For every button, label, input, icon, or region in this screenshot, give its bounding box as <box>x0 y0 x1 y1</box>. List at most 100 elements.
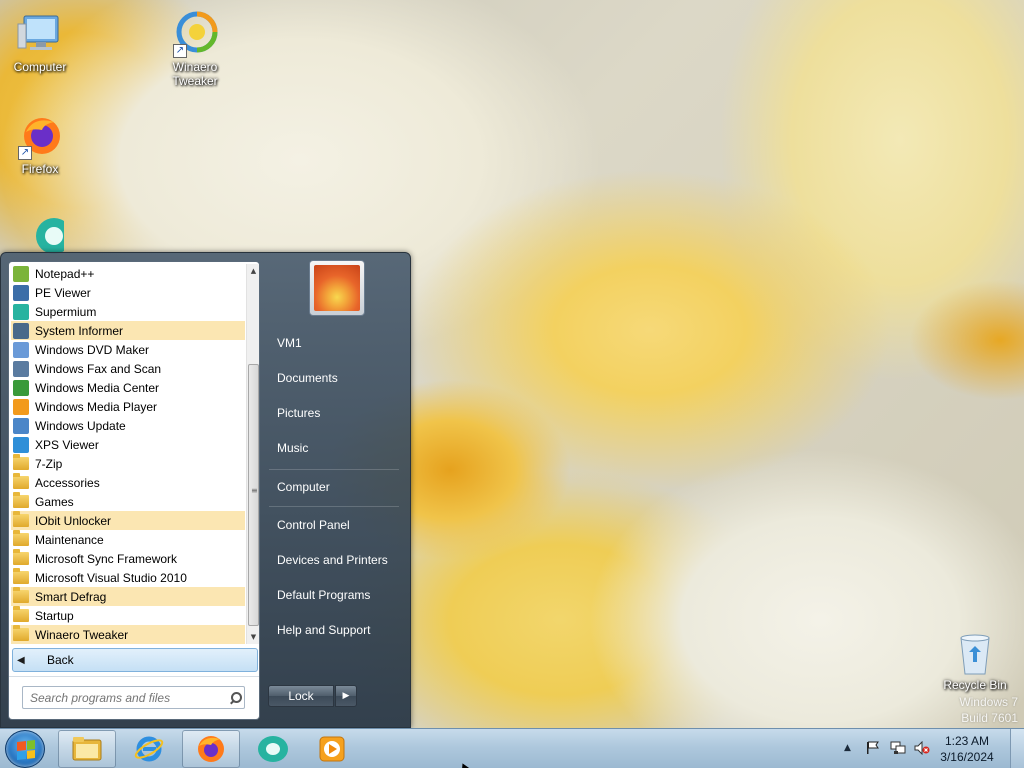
system-clock[interactable]: 1:23 AM 3/16/2024 <box>932 733 1002 765</box>
program-item[interactable]: PE Viewer <box>11 283 245 302</box>
program-label: Windows Media Player <box>35 399 158 414</box>
program-item[interactable]: Windows Media Center <box>11 378 245 397</box>
program-label: Microsoft Visual Studio 2010 <box>35 570 187 585</box>
program-item[interactable]: Windows DVD Maker <box>11 340 245 359</box>
back-button[interactable]: ◀ Back <box>12 648 258 672</box>
program-list-scrollbar[interactable]: ▲ ≡ ▼ <box>246 264 259 644</box>
program-folder-item[interactable]: Microsoft Visual Studio 2010 <box>11 568 245 587</box>
program-label: Startup <box>35 608 74 623</box>
taskbar-ie-button[interactable] <box>120 730 178 768</box>
program-label: Games <box>35 494 74 509</box>
taskbar-explorer-button[interactable] <box>58 730 116 768</box>
program-folder-item[interactable]: IObit Unlocker <box>11 511 245 530</box>
internet-explorer-icon <box>134 736 164 762</box>
program-item[interactable]: Notepad++ <box>11 264 245 283</box>
right-link-label: Pictures <box>277 406 321 420</box>
supermium-icon <box>13 303 29 320</box>
windows-version-watermark: Windows 7 Build 7601 <box>959 694 1018 726</box>
right-link-pictures[interactable]: Pictures <box>265 397 405 429</box>
volume-muted-icon[interactable] <box>914 740 930 758</box>
windows-logo-icon <box>17 740 35 760</box>
all-programs-list: Notepad++ PE Viewer Supermium System Inform… <box>11 264 245 644</box>
right-link-label: Default Programs <box>277 588 371 602</box>
right-link-computer[interactable]: Computer <box>265 471 405 503</box>
program-folder-item[interactable]: Games <box>11 492 245 511</box>
program-label: Accessories <box>35 475 100 490</box>
program-folder-item[interactable]: Winaero Tweaker <box>11 625 245 644</box>
show-desktop-button[interactable] <box>1010 729 1024 768</box>
program-folder-item[interactable]: Startup <box>11 606 245 625</box>
right-link-music[interactable]: Music <box>265 432 405 464</box>
right-link-help-support[interactable]: Help and Support <box>265 614 405 646</box>
folder-icon <box>13 549 29 565</box>
program-label: 7-Zip <box>35 456 63 471</box>
search-icon[interactable] <box>228 691 242 705</box>
program-label: PE Viewer <box>35 285 91 300</box>
program-label: IObit Unlocker <box>35 513 112 528</box>
show-hidden-icons-arrow-icon[interactable]: ▲ <box>844 743 851 753</box>
recycle-bin-desktop-icon[interactable]: Recycle Bin <box>935 632 1015 692</box>
folder-icon <box>13 568 29 584</box>
program-label: Windows Update <box>35 418 126 433</box>
folder-icon <box>13 492 29 508</box>
program-item[interactable]: Windows Update <box>11 416 245 435</box>
program-label: Supermium <box>35 304 97 319</box>
program-folder-item[interactable]: Microsoft Sync Framework <box>11 549 245 568</box>
folder-icon <box>13 530 29 546</box>
dvd-maker-icon <box>13 341 29 358</box>
folder-icon <box>72 737 102 761</box>
right-link-vm1[interactable]: VM1 <box>265 327 405 359</box>
right-link-control-panel[interactable]: Control Panel <box>265 509 405 541</box>
taskbar-firefox-button[interactable] <box>182 730 240 768</box>
program-label: XPS Viewer <box>35 437 99 452</box>
program-item[interactable]: Windows Media Player <box>11 397 245 416</box>
shutdown-options-arrow-icon[interactable]: ▶ <box>335 685 357 707</box>
program-folder-item[interactable]: Maintenance <box>11 530 245 549</box>
recycle-bin-icon-label: Recycle Bin <box>943 678 1007 692</box>
media-player-icon <box>13 398 29 415</box>
scroll-up-arrow-icon[interactable]: ▲ <box>247 264 260 278</box>
right-link-default-programs[interactable]: Default Programs <box>265 579 405 611</box>
media-center-icon <box>13 379 29 396</box>
fax-scan-icon <box>13 360 29 377</box>
folder-icon <box>13 454 29 470</box>
start-button[interactable] <box>5 730 45 768</box>
folder-icon <box>13 606 29 622</box>
start-search-box[interactable] <box>22 686 245 709</box>
start-menu: Notepad++ PE Viewer Supermium System Inform… <box>0 252 411 728</box>
program-item[interactable]: XPS Viewer <box>11 435 245 454</box>
program-item[interactable]: Windows Fax and Scan <box>11 359 245 378</box>
program-folder-item[interactable]: Accessories <box>11 473 245 492</box>
program-item[interactable]: System Informer <box>11 321 245 340</box>
computer-desktop-icon[interactable]: Computer <box>0 10 80 74</box>
winaero-tweaker-desktop-icon[interactable]: ↗ Winaero Tweaker <box>155 10 235 88</box>
windows-update-icon <box>13 417 29 434</box>
taskbar-media-player-button[interactable] <box>303 730 361 768</box>
program-label: Maintenance <box>35 532 104 547</box>
firefox-desktop-icon[interactable]: ↗ Firefox <box>0 112 80 176</box>
user-picture[interactable] <box>309 260 365 316</box>
program-item[interactable]: Supermium <box>11 302 245 321</box>
user-avatar-flower-icon <box>314 265 360 311</box>
right-link-devices-printers[interactable]: Devices and Printers <box>265 544 405 576</box>
program-label: Windows DVD Maker <box>35 342 150 357</box>
right-link-label: VM1 <box>277 336 302 350</box>
computer-icon-label: Computer <box>13 60 67 74</box>
right-link-documents[interactable]: Documents <box>265 362 405 394</box>
firefox-icon: ↗ <box>16 112 64 160</box>
action-center-flag-icon[interactable] <box>866 741 880 758</box>
shortcut-arrow-icon: ↗ <box>173 44 187 58</box>
search-input[interactable] <box>30 690 220 705</box>
right-link-label: Help and Support <box>277 623 371 637</box>
taskbar-supermium-button[interactable] <box>244 730 302 768</box>
scroll-thumb[interactable]: ≡ <box>248 364 259 626</box>
right-link-label: Documents <box>277 371 338 385</box>
media-player-icon <box>319 736 345 762</box>
notepadpp-icon <box>13 265 29 282</box>
network-icon[interactable] <box>890 741 906 758</box>
lock-button[interactable]: Lock <box>268 685 334 707</box>
program-folder-item[interactable]: Smart Defrag <box>11 587 245 606</box>
program-folder-item[interactable]: 7-Zip <box>11 454 245 473</box>
scroll-down-arrow-icon[interactable]: ▼ <box>247 630 260 644</box>
xps-viewer-icon <box>13 436 29 453</box>
